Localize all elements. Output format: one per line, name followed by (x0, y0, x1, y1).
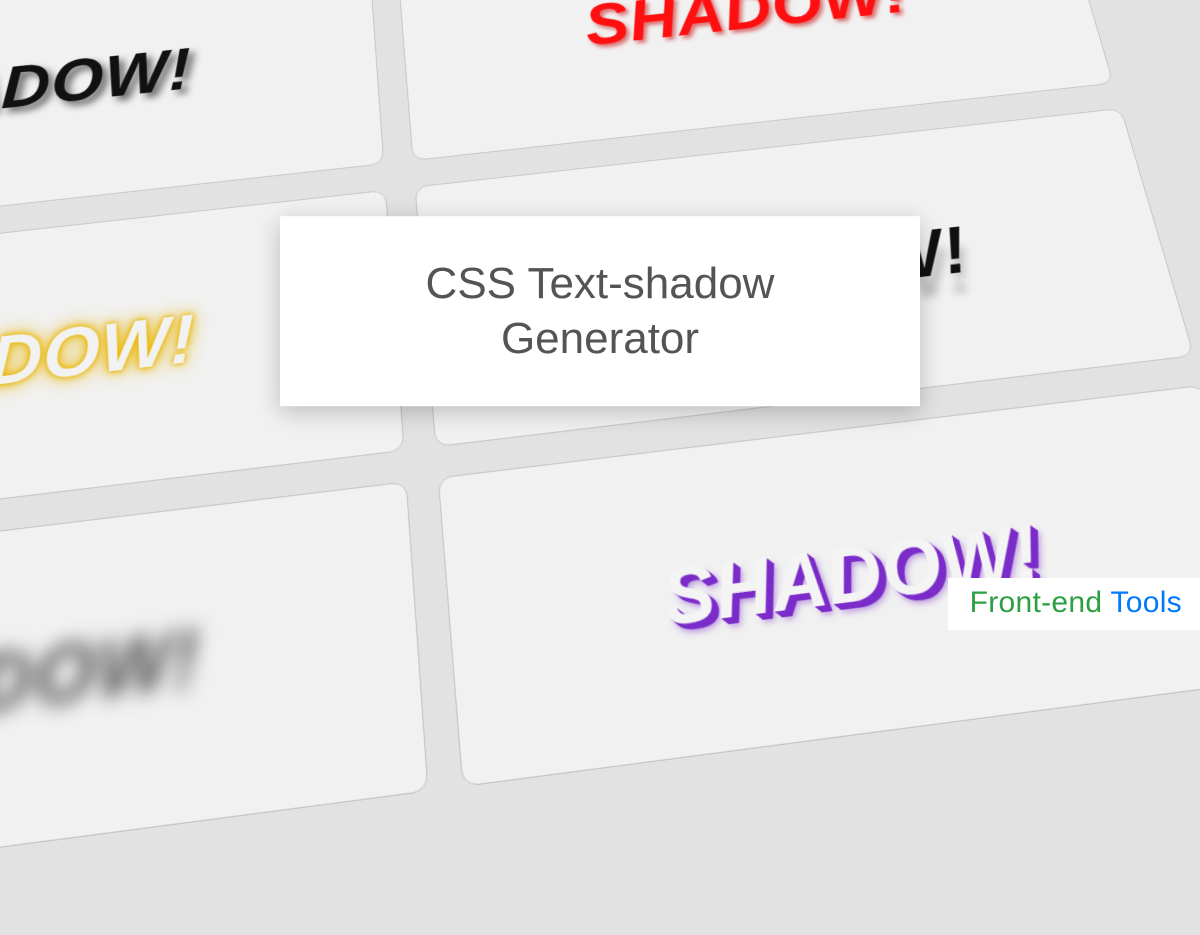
sample-text-black-drop: SHADOW! (0, 36, 192, 139)
title-card: CSS Text-shadow Generator (280, 216, 920, 406)
sample-text-blur: SHADOW! (0, 612, 200, 755)
sample-grid: SHADOW! SHADOW! SHADOW! SHADOW! SHADOW! … (0, 0, 1200, 907)
brand-badge: Front-end Tools (948, 578, 1200, 630)
sample-text-yellow-glow: SHADOW! (0, 300, 196, 420)
brand-part1: Front-end (970, 586, 1103, 619)
page-title-line1: CSS Text-shadow (340, 256, 860, 311)
brand-part2: Tools (1102, 586, 1182, 619)
page-title-line2: Generator (340, 311, 860, 366)
sample-card: SHADOW! (0, 481, 429, 907)
sample-text-red: SHADOW! (581, 0, 913, 59)
